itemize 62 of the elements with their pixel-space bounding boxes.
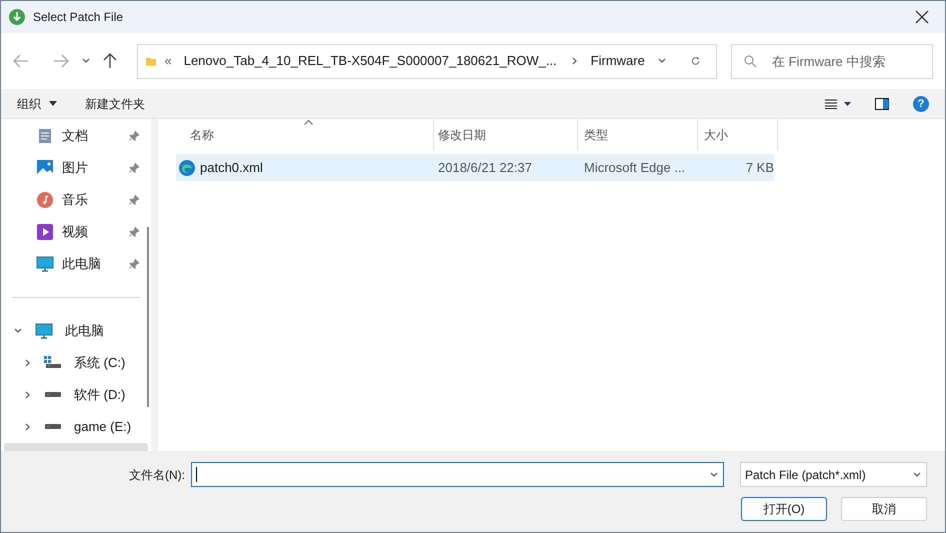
music-note-icon bbox=[37, 192, 53, 208]
help-button[interactable]: ? bbox=[913, 96, 929, 112]
tree-item[interactable]: 此电脑 bbox=[1, 315, 151, 347]
file-row[interactable]: patch0.xml 2018/6/21 22:37 Microsoft Edge ... 7 KB bbox=[176, 154, 774, 181]
sidebar-item[interactable]: 视频 bbox=[1, 216, 151, 248]
column-header[interactable]: 类型 bbox=[584, 126, 608, 144]
picture-icon bbox=[37, 160, 53, 176]
filename-label: 文件名(N): bbox=[129, 466, 185, 484]
sidebar-item-label: 图片 bbox=[62, 159, 88, 178]
file-date: 2018/6/21 22:37 bbox=[437, 158, 533, 177]
column-header[interactable]: 修改日期 bbox=[438, 126, 486, 144]
tree-item[interactable]: 软件 (D:) bbox=[1, 379, 151, 411]
view-list-icon[interactable] bbox=[825, 98, 851, 108]
document-icon bbox=[38, 128, 52, 144]
file-type: Microsoft Edge ... bbox=[583, 158, 686, 177]
sidebar-item[interactable]: 图片 bbox=[1, 152, 151, 184]
sidebar-item[interactable]: 文档 bbox=[1, 120, 151, 152]
sidebar-item-label: 此电脑 bbox=[62, 255, 101, 274]
overflow-chevrons[interactable]: « bbox=[164, 51, 172, 71]
window-title: Select Patch File bbox=[33, 9, 124, 26]
dropdown-caret-icon bbox=[912, 470, 922, 480]
sidebar-item-label: 视频 bbox=[62, 223, 88, 242]
drive-icon bbox=[45, 392, 61, 398]
tree-item-label: game (E:) bbox=[74, 418, 132, 436]
sort-caret-icon bbox=[304, 120, 313, 125]
open-button[interactable]: 打开(O) bbox=[741, 497, 827, 521]
tree-item-label: 软件 (D:) bbox=[74, 386, 126, 404]
caret-icon bbox=[49, 101, 57, 106]
file-name: patch0.xml bbox=[200, 158, 263, 177]
drive-icon bbox=[45, 424, 61, 430]
tree-item-label: 此电脑 bbox=[65, 322, 104, 340]
file-type-label: Patch File (patch*.xml) bbox=[745, 466, 866, 484]
sidebar-item-label: 音乐 bbox=[62, 191, 88, 210]
column-header[interactable]: 名称 bbox=[190, 126, 214, 144]
tree-item-label: 系统 (C:) bbox=[74, 354, 126, 372]
sidebar-item-label: 文档 bbox=[62, 127, 88, 146]
system-drive-icon bbox=[44, 356, 62, 370]
file-type-dropdown[interactable]: Patch File (patch*.xml) bbox=[740, 462, 927, 487]
cancel-button[interactable]: 取消 bbox=[841, 497, 927, 521]
search-field[interactable]: 在 Firmware 中搜索 bbox=[731, 44, 933, 78]
video-icon bbox=[37, 224, 53, 240]
breadcrumb-segment[interactable]: Lenovo_Tab_4_10_REL_TB-X504F_S000007_180621_ROW_... bbox=[180, 51, 561, 71]
organize-menu[interactable]: 组织 bbox=[17, 94, 57, 112]
search-icon bbox=[744, 54, 757, 68]
preview-pane-icon[interactable] bbox=[875, 98, 889, 110]
breadcrumb-segment[interactable]: Firmware bbox=[586, 51, 649, 71]
monitor-icon bbox=[36, 256, 54, 272]
close-icon bbox=[915, 10, 929, 24]
tree-item[interactable]: 系统 (C:) bbox=[1, 347, 151, 379]
sidebar-item[interactable]: 音乐 bbox=[1, 184, 151, 216]
sidebar-item[interactable]: 此电脑 bbox=[1, 248, 151, 280]
new-folder-button[interactable]: 新建文件夹 bbox=[85, 94, 145, 112]
tree-item[interactable]: game (E:) bbox=[1, 411, 151, 443]
dropdown-caret-icon bbox=[709, 470, 719, 480]
address-bar[interactable]: « Lenovo_Tab_4_10_REL_TB-X504F_S000007_180621_ROW_... Firmware bbox=[137, 44, 717, 78]
file-size: 7 KB bbox=[744, 158, 774, 177]
browser-file-icon bbox=[179, 160, 195, 176]
filename-field[interactable] bbox=[191, 462, 724, 487]
column-header[interactable]: 大小 bbox=[704, 126, 728, 144]
monitor-icon bbox=[35, 323, 53, 339]
up-arrow-icon[interactable] bbox=[103, 53, 117, 69]
scrollbar-thumb[interactable] bbox=[147, 227, 149, 407]
